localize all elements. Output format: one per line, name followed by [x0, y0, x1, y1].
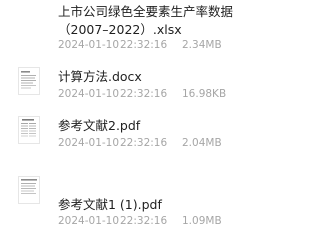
file-meta: 2024-01-1022:32:16 1.09MB: [58, 214, 222, 228]
file-name: 参考文献1 (1).pdf: [58, 197, 162, 212]
file-row-pdf-2[interactable]: 参考文献2.pdf 2024-01-1022:32:16 2.04MB: [0, 108, 310, 156]
pdf-icon: [18, 176, 40, 204]
file-list: 上市公司绿色全要素生产率数据 （2007–2022）.xlsx 2024-01-…: [0, 0, 310, 227]
file-size: 16.98KB: [182, 88, 227, 100]
file-row-pdf-1[interactable]: 参考文献1 (1).pdf 2024-01-1022:32:16 1.09MB: [0, 156, 310, 227]
file-row-xlsx[interactable]: 上市公司绿色全要素生产率数据 （2007–2022）.xlsx 2024-01-…: [0, 0, 310, 62]
file-name: 参考文献2.pdf: [58, 118, 141, 133]
file-name-line2: （2007–2022）.xlsx: [58, 22, 182, 37]
file-date: 2024-01-10: [58, 215, 120, 227]
file-time: 22:32:16: [120, 215, 168, 227]
file-date: 2024-01-10: [58, 88, 120, 100]
file-size: 1.09MB: [182, 215, 222, 227]
pdf-icon: [18, 116, 40, 144]
file-time: 22:32:16: [120, 39, 168, 51]
file-size: 2.04MB: [182, 137, 222, 149]
file-meta: 2024-01-1022:32:16 16.98KB: [58, 87, 226, 101]
file-time: 22:32:16: [120, 137, 168, 149]
file-date: 2024-01-10: [58, 137, 120, 149]
file-date: 2024-01-10: [58, 39, 120, 51]
file-size: 2.34MB: [182, 39, 222, 51]
file-time: 22:32:16: [120, 88, 168, 100]
file-meta: 2024-01-1022:32:16 2.34MB: [58, 38, 222, 52]
file-name: 计算方法.docx: [58, 69, 142, 84]
document-icon: [18, 67, 40, 95]
file-meta: 2024-01-1022:32:16 2.04MB: [58, 136, 222, 150]
file-row-docx[interactable]: 计算方法.docx 2024-01-1022:32:16 16.98KB: [0, 62, 310, 108]
file-name-line1: 上市公司绿色全要素生产率数据: [58, 4, 234, 19]
